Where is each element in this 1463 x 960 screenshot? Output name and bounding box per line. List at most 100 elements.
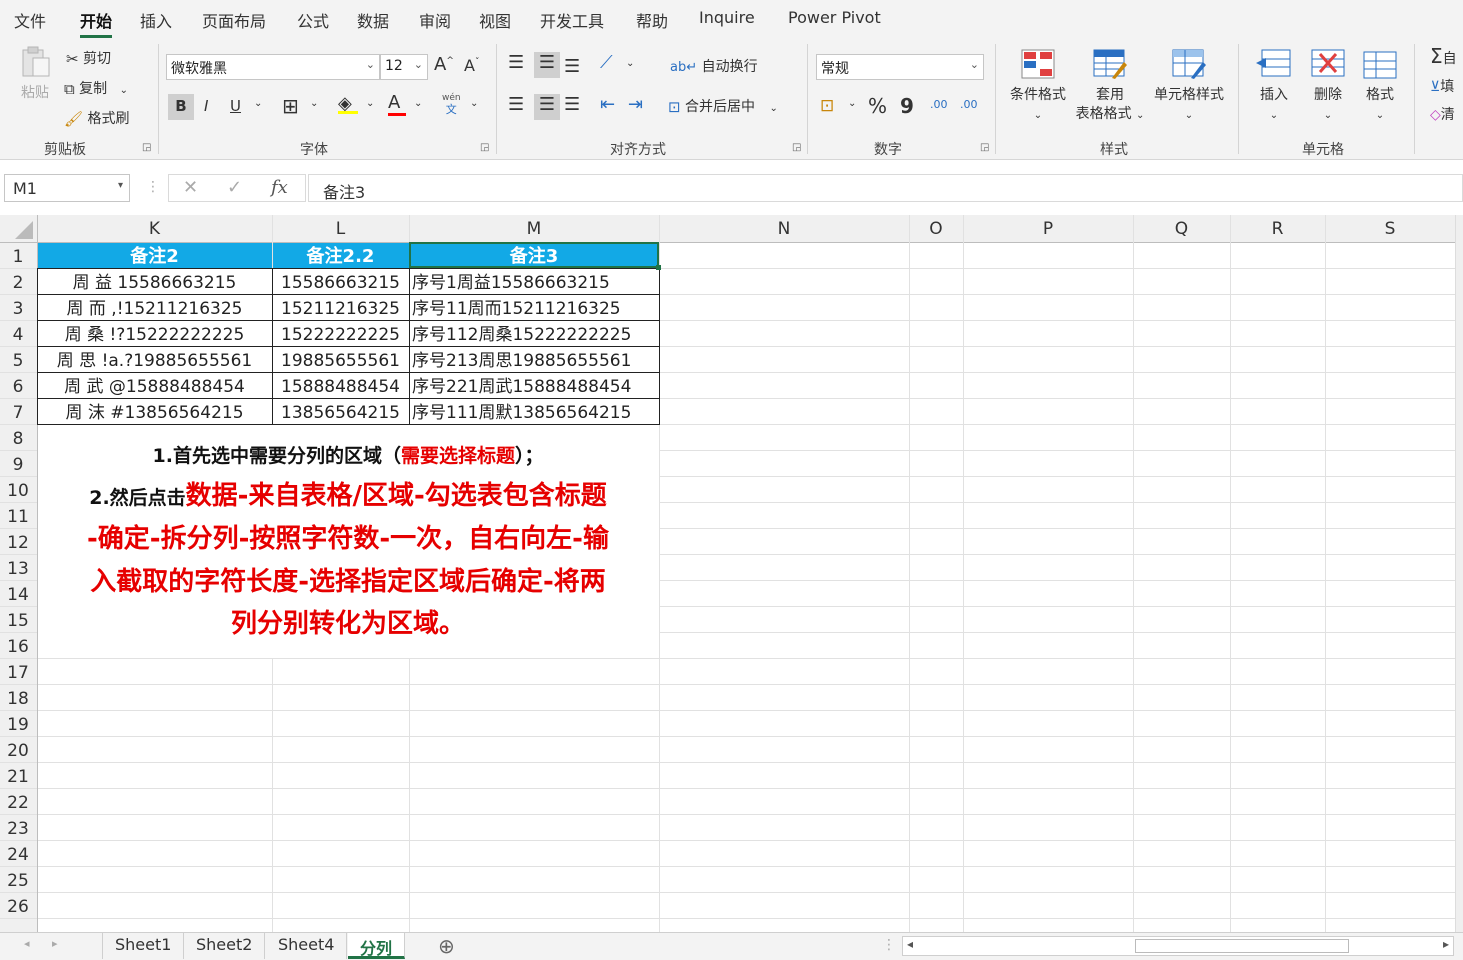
tab-data[interactable]: 数据 (357, 8, 389, 32)
column-header-q[interactable]: Q (1175, 219, 1188, 239)
scroll-left-icon[interactable]: ◂ (907, 937, 913, 951)
scroll-right-icon[interactable]: ▸ (52, 937, 58, 950)
vertical-scrollbar[interactable] (1455, 215, 1463, 932)
row-header-14[interactable]: 14 (7, 585, 29, 605)
borders-icon[interactable]: ⊞ (282, 94, 299, 118)
tab-inquire[interactable]: Inquire (699, 8, 755, 27)
tab-home[interactable]: 开始 (80, 8, 113, 38)
dialog-launcher-icon[interactable]: ◲ (980, 142, 989, 153)
row-header-1[interactable]: 1 (13, 247, 24, 267)
cancel-icon[interactable]: ✕ (183, 177, 198, 198)
row-header-19[interactable]: 19 (7, 715, 29, 735)
row-header-9[interactable]: 9 (13, 455, 24, 475)
tab-page-layout[interactable]: 页面布局 (202, 8, 266, 32)
clear-button[interactable]: ◇清 (1430, 104, 1455, 124)
copy-button[interactable]: ⧉ 复制 ⌄ (64, 78, 128, 98)
row-header-23[interactable]: 23 (7, 819, 29, 839)
row-header-25[interactable]: 25 (7, 871, 29, 891)
dialog-launcher-icon[interactable]: ◲ (142, 142, 151, 153)
tab-developer[interactable]: 开发工具 (540, 8, 604, 32)
shrink-font-button[interactable]: Aˇ (464, 56, 479, 75)
horizontal-scroll-thumb[interactable] (1135, 939, 1349, 953)
row-header-4[interactable]: 4 (13, 325, 24, 345)
column-header-o[interactable]: O (929, 219, 942, 239)
currency-icon[interactable]: ⊡ (820, 96, 834, 116)
column-header-l[interactable]: L (336, 219, 346, 239)
format-painter-button[interactable]: 🖌 格式刷 (64, 108, 130, 128)
dialog-launcher-icon[interactable]: ◲ (792, 142, 801, 153)
column-header-n[interactable]: N (778, 219, 791, 239)
row-header-8[interactable]: 8 (13, 429, 24, 449)
align-left-icon[interactable]: ☰ (508, 94, 524, 115)
tab-review[interactable]: 审阅 (419, 8, 451, 32)
tab-insert[interactable]: 插入 (140, 8, 172, 32)
column-header-p[interactable]: P (1043, 219, 1053, 239)
align-right-icon[interactable]: ☰ (564, 94, 580, 115)
chevron-down-icon[interactable]: ⌄ (414, 98, 422, 109)
merge-center-button[interactable]: ⊡ 合并后居中 ⌄ (668, 96, 778, 116)
column-header-r[interactable]: R (1272, 219, 1284, 239)
tab-split-grip-icon[interactable]: ⋮ (882, 937, 896, 953)
column-header-m[interactable]: M (527, 219, 542, 239)
row-header-12[interactable]: 12 (7, 533, 29, 553)
align-bottom-icon[interactable]: ☰ (564, 56, 580, 77)
wrap-text-button[interactable]: ab↵ 自动换行 (670, 56, 758, 76)
row-header-18[interactable]: 18 (7, 689, 29, 709)
row-header-15[interactable]: 15 (7, 611, 29, 631)
format-as-table-button[interactable]: 套用 表格格式 ⌄ (1070, 48, 1150, 125)
autosum-button[interactable]: Σ自 (1430, 44, 1457, 68)
tab-file[interactable]: 文件 (14, 8, 46, 32)
row-header-21[interactable]: 21 (7, 767, 29, 787)
horizontal-scrollbar[interactable]: ◂ ▸ (902, 936, 1454, 956)
format-cells-button[interactable]: 格式 ⌄ (1356, 48, 1404, 125)
sheet-tab-sheet1[interactable]: Sheet1 (102, 933, 185, 959)
row-header-26[interactable]: 26 (7, 897, 29, 917)
fill-handle[interactable] (656, 265, 661, 270)
column-header-k[interactable]: K (149, 219, 161, 239)
sheet-tab-split[interactable]: 分列 (348, 933, 406, 959)
enter-icon[interactable]: ✓ (227, 177, 242, 198)
paste-button[interactable]: 粘贴 (12, 46, 58, 103)
orientation-icon[interactable]: ⟋ (600, 52, 613, 73)
formula-input[interactable]: 备注3 (308, 174, 1463, 202)
delete-cells-button[interactable]: 删除 ⌄ (1302, 48, 1354, 125)
number-format-select[interactable]: 常规 ⌄ (816, 54, 984, 80)
tab-power-pivot[interactable]: Power Pivot (788, 8, 881, 27)
bold-button[interactable]: B (168, 94, 194, 120)
row-header-17[interactable]: 17 (7, 663, 29, 683)
font-color-button[interactable]: A (388, 92, 406, 116)
grow-font-button[interactable]: A^ (434, 54, 454, 75)
comma-button[interactable]: 9 (900, 94, 914, 118)
row-header-5[interactable]: 5 (13, 351, 24, 371)
row-header-7[interactable]: 7 (13, 403, 24, 423)
row-header-6[interactable]: 6 (13, 377, 24, 397)
phonetic-guide-button[interactable]: wén 文 (442, 93, 461, 117)
cell-styles-button[interactable]: 单元格样式 ⌄ (1150, 48, 1228, 125)
underline-button[interactable]: U (230, 97, 241, 115)
column-header-s[interactable]: S (1385, 219, 1396, 239)
row-header-16[interactable]: 16 (7, 637, 29, 657)
font-name-select[interactable]: 微软雅黑 ⌄ (166, 54, 380, 80)
row-header-20[interactable]: 20 (7, 741, 29, 761)
font-size-select[interactable]: 12 ⌄ (380, 54, 428, 80)
row-header-11[interactable]: 11 (7, 507, 29, 527)
tab-help[interactable]: 帮助 (636, 8, 668, 32)
insert-function-icon[interactable]: fx (271, 177, 288, 198)
row-header-2[interactable]: 2 (13, 273, 24, 293)
percent-button[interactable]: % (868, 94, 887, 118)
italic-button[interactable]: I (204, 97, 208, 115)
increase-decimal-button[interactable]: .00 (930, 98, 948, 111)
dialog-launcher-icon[interactable]: ◲ (480, 142, 489, 153)
tab-view[interactable]: 视图 (479, 8, 511, 32)
sheet-tab-sheet4[interactable]: Sheet4 (266, 933, 348, 959)
row-header-24[interactable]: 24 (7, 845, 29, 865)
scroll-right-icon[interactable]: ▸ (1443, 937, 1449, 951)
tab-formulas[interactable]: 公式 (297, 8, 329, 32)
chevron-down-icon[interactable]: ⌄ (848, 98, 856, 109)
chevron-down-icon[interactable]: ⌄ (470, 98, 478, 109)
scroll-left-icon[interactable]: ◂ (24, 937, 30, 950)
fill-color-icon[interactable]: ◈ (338, 93, 358, 114)
row-header-10[interactable]: 10 (7, 481, 29, 501)
insert-cells-button[interactable]: 插入 ⌄ (1248, 48, 1300, 125)
chevron-down-icon[interactable]: ⌄ (366, 98, 374, 109)
